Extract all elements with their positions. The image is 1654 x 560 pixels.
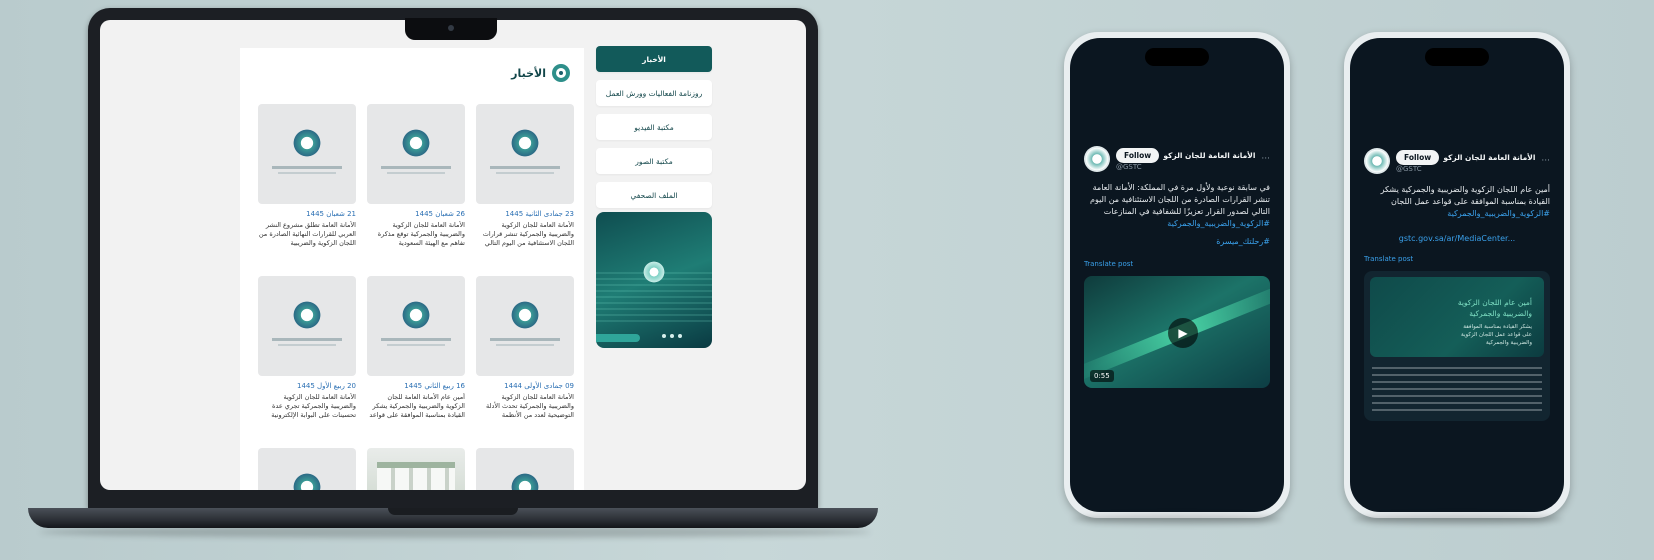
news-date: 09 جمادى الأولى 1444 [504, 382, 574, 390]
news-excerpt[interactable]: الأمانة العامة للجان الزكوية والضريبية و… [367, 221, 465, 257]
laptop-base [28, 508, 878, 528]
sidebar-item-news[interactable]: الأخبار [596, 46, 712, 72]
follow-button[interactable]: Follow [1396, 149, 1440, 165]
news-date: 23 جمادى الثانية 1445 [505, 210, 574, 218]
hashtag-link[interactable]: #رحلتك_ميسرة [1084, 236, 1270, 248]
news-card[interactable] [367, 448, 465, 490]
news-card[interactable] [476, 448, 574, 490]
more-icon[interactable]: ··· [1541, 156, 1550, 166]
news-thumbnail[interactable] [367, 276, 465, 376]
tweet: Follow الأمانة العامة للجان الزكوية... @… [1364, 148, 1550, 421]
sidebar-item-events[interactable]: روزنامة الفعاليات وورش العمل [596, 80, 712, 106]
promo-banner[interactable] [596, 212, 712, 348]
news-thumbnail[interactable] [476, 448, 574, 490]
link-preview-heading: أمين عام اللجان الزكوية والضريبية والجمر… [1457, 298, 1532, 318]
news-date: 16 ربيع الثاني 1445 [404, 382, 465, 390]
phone-screen: Follow الأمانة العامة للجان الزكوية... @… [1350, 38, 1564, 512]
link-preview-card[interactable]: أمين عام اللجان الزكوية والضريبية والجمر… [1364, 271, 1550, 421]
link-preview-body [1372, 367, 1542, 411]
tweet-text: أمين عام اللجان الزكوية والضريبية والجمر… [1380, 185, 1550, 206]
news-card[interactable]: 20 ربيع الأول 1445 الأمانة العامة للجان … [258, 276, 356, 429]
phone-2: Follow الأمانة العامة للجان الزكوية... @… [1344, 32, 1570, 518]
news-thumbnail[interactable] [258, 276, 356, 376]
news-thumbnail[interactable] [476, 276, 574, 376]
news-card[interactable]: 26 شعبان 1445 الأمانة العامة للجان الزكو… [367, 104, 465, 257]
news-thumbnail[interactable] [367, 104, 465, 204]
account-handle: @GSTC [1396, 164, 1422, 173]
phone-1: Follow الأمانة العامة للجان الزكوية... @… [1064, 32, 1290, 518]
camera-icon [448, 25, 454, 31]
tweet-header: Follow الأمانة العامة للجان الزكوية... @… [1364, 148, 1550, 174]
laptop-notch [405, 18, 497, 40]
news-header: الأخبار [511, 64, 570, 82]
phone-screen: Follow الأمانة العامة للجان الزكوية... @… [1070, 38, 1284, 512]
news-thumbnail[interactable] [476, 104, 574, 204]
laptop-screen: الأخبار 23 جمادى الثانية 1445 الأمانة ال… [100, 20, 806, 490]
media-sidebar: الأخبار روزنامة الفعاليات وورش العمل مكت… [596, 46, 712, 216]
emblem-icon [292, 300, 322, 330]
news-excerpt[interactable]: الأمانة العامة للجان الزكوية والضريبية و… [476, 393, 574, 429]
news-excerpt[interactable]: أمين عام الأمانة العامة للجان الزكوية وا… [367, 393, 465, 429]
phone-shadow [1072, 514, 1282, 524]
emblem-icon [510, 128, 540, 158]
tweet-header: Follow الأمانة العامة للجان الزكوية... @… [1084, 146, 1270, 172]
news-thumbnail[interactable] [258, 448, 356, 490]
video-player[interactable]: ▶ 0:55 [1084, 276, 1270, 388]
laptop: الأخبار 23 جمادى الثانية 1445 الأمانة ال… [88, 8, 818, 508]
laptop-shadow [40, 526, 870, 538]
emblem-icon [401, 300, 431, 330]
tweet: Follow الأمانة العامة للجان الزكوية... @… [1084, 146, 1270, 388]
news-date: 20 ربيع الأول 1445 [297, 382, 356, 390]
emblem-icon [510, 472, 540, 490]
news-card[interactable] [258, 448, 356, 490]
avatar[interactable] [1084, 146, 1110, 172]
emblem-icon [292, 128, 322, 158]
news-card[interactable]: 09 جمادى الأولى 1444 الأمانة العامة للجا… [476, 276, 574, 429]
news-card[interactable]: 21 شعبان 1445 الأمانة العامة تطلق مشروع … [258, 104, 356, 257]
tweet-text: في سابقة نوعية ولأول مرة في المملكة: الأ… [1090, 183, 1270, 216]
translate-post-link[interactable]: Translate post [1364, 255, 1550, 263]
news-date: 26 شعبان 1445 [415, 210, 465, 218]
sidebar-item-press-kit[interactable]: الملف الصحفي [596, 182, 712, 208]
page-title: الأخبار [511, 66, 546, 80]
carousel-dots[interactable] [662, 334, 682, 338]
emblem-icon [510, 300, 540, 330]
news-excerpt[interactable]: الأمانة العامة للجان الزكوية والضريبية و… [476, 221, 574, 257]
phone-shadow [1352, 514, 1562, 524]
more-icon[interactable]: ··· [1261, 154, 1270, 164]
translate-post-link[interactable]: Translate post [1084, 260, 1270, 268]
external-link[interactable]: gstc.gov.sa/ar/MediaCenter... [1364, 234, 1550, 243]
news-card[interactable]: 16 ربيع الثاني 1445 أمين عام الأمانة الع… [367, 276, 465, 429]
avatar[interactable] [1364, 148, 1390, 174]
emblem-icon [401, 128, 431, 158]
news-thumbnail[interactable] [258, 104, 356, 204]
news-excerpt[interactable]: الأمانة العامة للجان الزكوية والضريبية و… [258, 393, 356, 429]
logo-icon [552, 64, 570, 82]
account-name[interactable]: الأمانة العامة للجان الزكوية... [1163, 151, 1255, 160]
account-name[interactable]: الأمانة العامة للجان الزكوية... [1443, 153, 1535, 162]
hashtag-link[interactable]: #الزكوية_والضريبية_والجمركية [1084, 218, 1270, 230]
emblem-icon [642, 260, 666, 284]
dynamic-island [1425, 48, 1489, 66]
dynamic-island [1145, 48, 1209, 66]
sidebar-item-video-library[interactable]: مكتبة الفيديو [596, 114, 712, 140]
account-handle: @GSTC [1116, 162, 1142, 171]
news-date: 21 شعبان 1445 [306, 210, 356, 218]
news-photo[interactable] [367, 448, 465, 490]
link-preview-text: يشكر القيادة بمناسبة الموافقة على قواعد … [1461, 324, 1532, 346]
sidebar-item-photo-library[interactable]: مكتبة الصور [596, 148, 712, 174]
video-duration: 0:55 [1090, 370, 1114, 382]
hashtag-link[interactable]: #الزكوية_والضريبية_والجمركية [1364, 208, 1550, 220]
emblem-icon [292, 472, 322, 490]
play-icon[interactable]: ▶ [1168, 318, 1198, 348]
news-card[interactable]: 23 جمادى الثانية 1445 الأمانة العامة للج… [476, 104, 574, 257]
news-excerpt[interactable]: الأمانة العامة تطلق مشروع النشر العربي ل… [258, 221, 356, 257]
news-panel: الأخبار 23 جمادى الثانية 1445 الأمانة ال… [240, 48, 584, 490]
follow-button[interactable]: Follow [1116, 147, 1160, 163]
